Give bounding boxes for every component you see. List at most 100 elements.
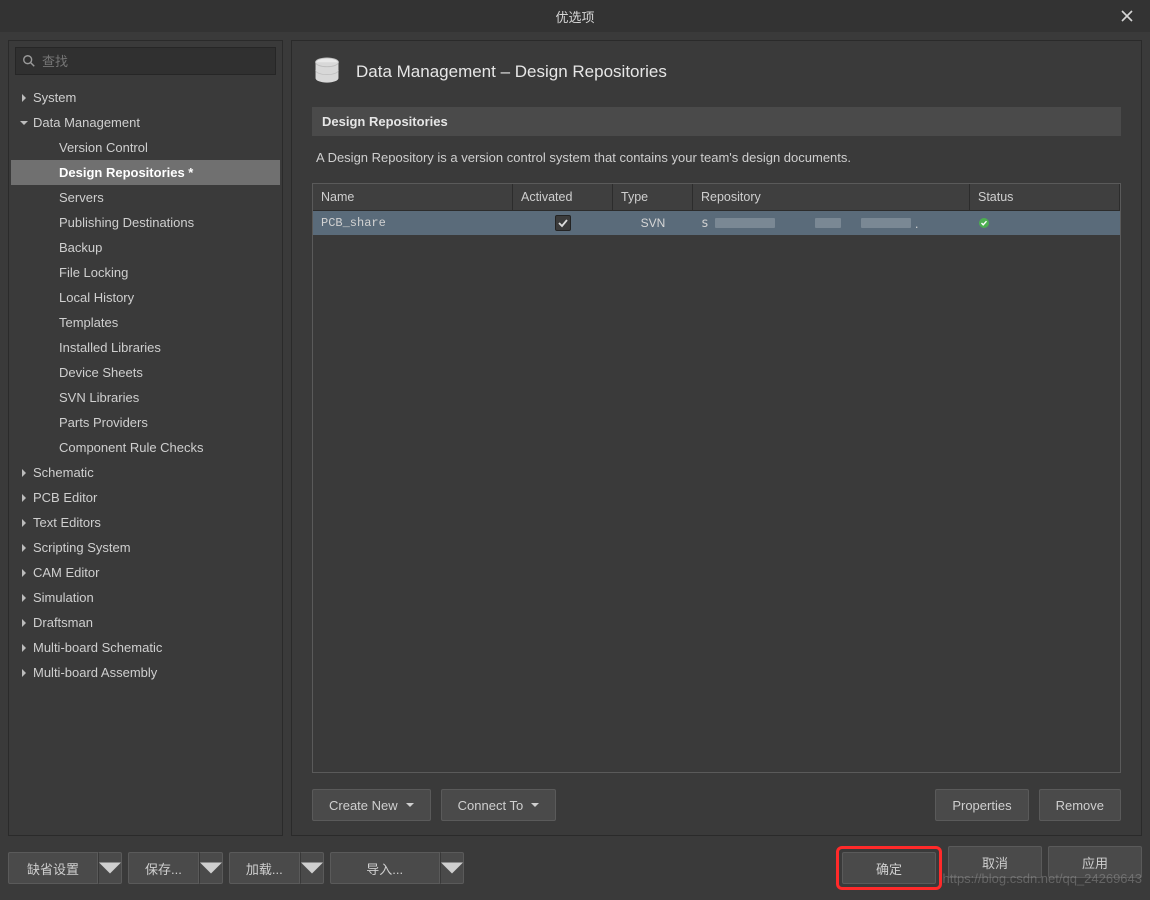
col-type[interactable]: Type [613,184,693,210]
ok-button[interactable]: 确定 [842,852,936,884]
titlebar: 优选项 [0,0,1150,32]
defaults-split-button[interactable]: 缺省设置 [8,852,122,884]
tree-item-label: Backup [55,240,102,255]
tree-item-label: Version Control [55,140,148,155]
tree-item-label: Servers [55,190,104,205]
chevron-right-icon [17,619,31,627]
section-header: Design Repositories [312,107,1121,136]
caret-down-icon [200,857,222,879]
status-ok-icon [978,217,990,229]
tree-item-label: Simulation [31,590,94,605]
cell-type: SVN [613,211,693,235]
tree-item-label: CAM Editor [31,565,99,580]
col-name[interactable]: Name [313,184,513,210]
col-activated[interactable]: Activated [513,184,613,210]
cell-name: PCB_share [313,211,513,235]
tree-item-label: Text Editors [31,515,101,530]
table-row[interactable]: PCB_shareSVNs. [313,211,1120,235]
close-icon [1121,10,1133,22]
caret-down-icon [406,801,414,809]
tree-item-device-sheets[interactable]: Device Sheets [11,360,280,385]
defaults-dropdown[interactable] [98,852,122,884]
sidebar: System Data Management Version Control Desi… [8,40,283,836]
connect-to-button[interactable]: Connect To [441,789,557,821]
tree-item-schematic[interactable]: Schematic [11,460,280,485]
tree-item-label: Data Management [31,115,140,130]
tree-item-multi-board-schematic[interactable]: Multi-board Schematic [11,635,280,660]
tree-item-cam-editor[interactable]: CAM Editor [11,560,280,585]
load-dropdown[interactable] [300,852,324,884]
save-button[interactable]: 保存... [128,852,199,884]
tree-item-label: Parts Providers [55,415,148,430]
footer: 缺省设置 保存... 加载... 导入... 确定 取消 应用 [0,844,1150,900]
cancel-button[interactable]: 取消 [948,846,1042,878]
tree-item-label: SVN Libraries [55,390,139,405]
repositories-table: Name Activated Type Repository Status PC… [312,183,1121,773]
tree-item-templates[interactable]: Templates [11,310,280,335]
chevron-right-icon [17,644,31,652]
create-new-label: Create New [329,798,398,813]
connect-to-label: Connect To [458,798,524,813]
tree-item-publishing-destinations[interactable]: Publishing Destinations [11,210,280,235]
import-dropdown[interactable] [440,852,464,884]
tree-item-data-management[interactable]: Data Management [11,110,280,135]
properties-button[interactable]: Properties [935,789,1028,821]
import-split-button[interactable]: 导入... [330,852,464,884]
chevron-right-icon [17,594,31,602]
col-status[interactable]: Status [970,184,1120,210]
close-button[interactable] [1104,0,1150,32]
save-split-button[interactable]: 保存... [128,852,223,884]
tree-item-parts-providers[interactable]: Parts Providers [11,410,280,435]
tree-item-backup[interactable]: Backup [11,235,280,260]
create-new-button[interactable]: Create New [312,789,431,821]
tree-item-label: Multi-board Schematic [31,640,162,655]
tree-item-pcb-editor[interactable]: PCB Editor [11,485,280,510]
tree-item-label: Multi-board Assembly [31,665,157,680]
tree-item-label: Templates [55,315,118,330]
page-title: Data Management – Design Repositories [356,62,667,82]
nav-tree: System Data Management Version Control Desi… [9,81,282,835]
load-button[interactable]: 加载... [229,852,300,884]
tree-item-version-control[interactable]: Version Control [11,135,280,160]
chevron-down-icon [17,119,31,127]
tree-item-design-repositories[interactable]: Design Repositories * [11,160,280,185]
tree-item-draftsman[interactable]: Draftsman [11,610,280,635]
defaults-button[interactable]: 缺省设置 [8,852,98,884]
import-button[interactable]: 导入... [330,852,440,884]
tree-item-scripting-system[interactable]: Scripting System [11,535,280,560]
chevron-right-icon [17,469,31,477]
cell-status [970,211,1120,235]
tree-item-simulation[interactable]: Simulation [11,585,280,610]
ok-highlight: 确定 [836,846,942,890]
tree-item-label: Design Repositories * [55,165,193,180]
table-header: Name Activated Type Repository Status [313,184,1120,211]
tree-item-system[interactable]: System [11,85,280,110]
tree-item-label: Component Rule Checks [55,440,204,455]
chevron-right-icon [17,569,31,577]
apply-button[interactable]: 应用 [1048,846,1142,878]
col-repository[interactable]: Repository [693,184,970,210]
cell-activated[interactable] [513,211,613,235]
save-dropdown[interactable] [199,852,223,884]
chevron-right-icon [17,94,31,102]
tree-item-local-history[interactable]: Local History [11,285,280,310]
remove-button[interactable]: Remove [1039,789,1121,821]
remove-label: Remove [1056,798,1104,813]
search-icon [22,54,36,68]
search-input[interactable] [42,54,269,69]
tree-item-svn-libraries[interactable]: SVN Libraries [11,385,280,410]
main-panel: Data Management – Design Repositories De… [291,40,1142,836]
tree-item-file-locking[interactable]: File Locking [11,260,280,285]
check-icon [558,218,568,228]
load-split-button[interactable]: 加载... [229,852,324,884]
chevron-right-icon [17,669,31,677]
caret-down-icon [99,857,121,879]
tree-item-multi-board-assembly[interactable]: Multi-board Assembly [11,660,280,685]
tree-item-installed-libraries[interactable]: Installed Libraries [11,335,280,360]
tree-item-component-rule-checks[interactable]: Component Rule Checks [11,435,280,460]
tree-item-servers[interactable]: Servers [11,185,280,210]
search-bar[interactable] [15,47,276,75]
tree-item-text-editors[interactable]: Text Editors [11,510,280,535]
tree-item-label: Installed Libraries [55,340,161,355]
checkbox[interactable] [555,215,571,231]
